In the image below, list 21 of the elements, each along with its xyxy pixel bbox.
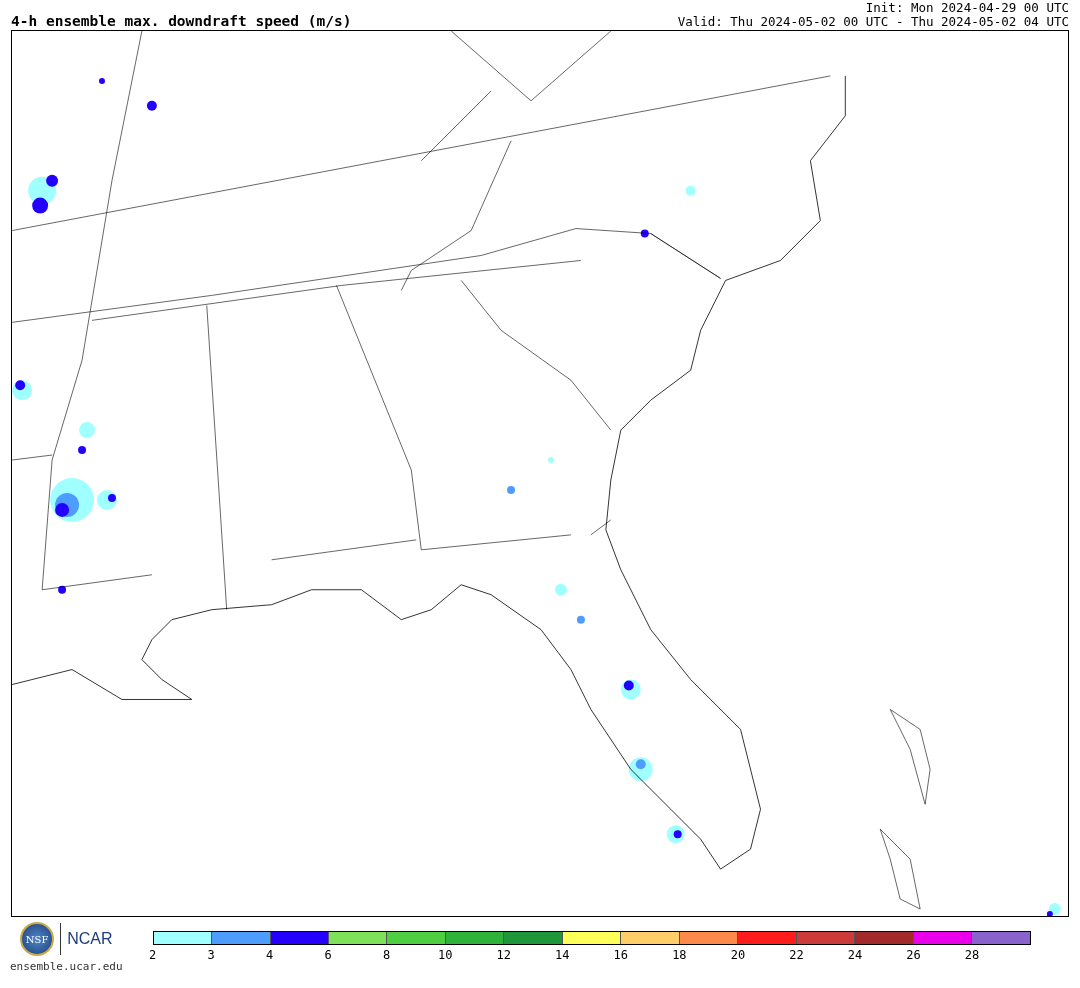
website-url: ensemble.ucar.edu xyxy=(10,960,123,973)
tick-label: 6 xyxy=(324,948,332,962)
tick-label: 18 xyxy=(672,948,687,962)
ncar-logo: NCAR xyxy=(67,930,113,948)
tick-label: 22 xyxy=(789,948,804,962)
tick-label: 28 xyxy=(964,948,980,962)
tick-label: 8 xyxy=(383,948,391,962)
tick-label: 16 xyxy=(613,948,629,962)
tick-label: 24 xyxy=(847,948,863,962)
tick-label: 14 xyxy=(555,948,570,962)
init-time: Init: Mon 2024-04-29 00 UTC xyxy=(865,1,1069,15)
valid-time: Valid: Thu 2024-05-02 00 UTC - Thu 2024-05-02 04 UTC xyxy=(677,15,1069,29)
map-title: 4-h ensemble max. downdraft speed (m/s) xyxy=(11,13,352,29)
tick-label: 3 xyxy=(207,948,215,962)
nsf-logo: NSF xyxy=(20,922,55,956)
tick-label: 20 xyxy=(730,948,746,962)
tick-label: 2 xyxy=(149,948,157,962)
tick-label: 4 xyxy=(266,948,274,962)
tick-label: 10 xyxy=(438,948,453,962)
tick-label: 12 xyxy=(496,948,511,962)
tick-label: 26 xyxy=(906,948,921,962)
